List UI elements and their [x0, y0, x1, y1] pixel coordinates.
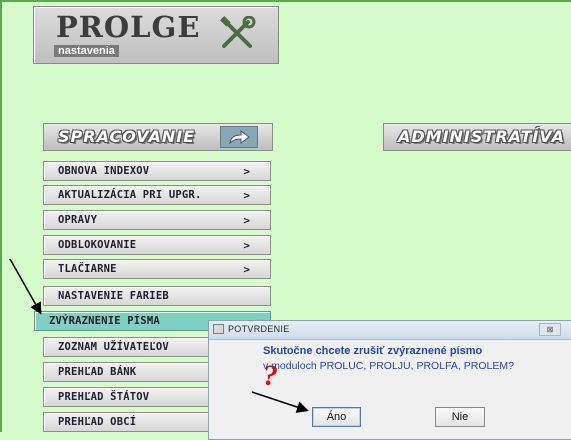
dialog-app-icon	[213, 324, 224, 334]
menu-item-label: TLAČIARNE	[58, 263, 117, 275]
dialog-message-line2: v moduloch PROLUC, PROLJU, PROLFA, PROLE…	[263, 360, 514, 372]
menu-item-label: PREHĽAD OBCÍ	[58, 416, 137, 428]
menu-item-aktualizacia[interactable]: AKTUALIZÁCIA PRI UPGR. >	[43, 185, 271, 205]
submenu-chevron-icon: >	[243, 263, 250, 276]
menu-item-tlaciarne[interactable]: TLAČIARNE >	[43, 259, 271, 279]
no-button[interactable]: Nie	[435, 407, 485, 427]
section-administrativa-label: ADMINISTRATÍVA	[398, 127, 566, 146]
menu-item-odblokovanie[interactable]: ODBLOKOVANIE >	[43, 235, 271, 255]
menu-item-label: ODBLOKOVANIE	[58, 239, 137, 251]
yes-button[interactable]: Áno	[312, 407, 361, 427]
menu-item-label: NASTAVENIE FARIEB	[58, 290, 169, 302]
submenu-chevron-icon: >	[243, 189, 250, 202]
logo-subtitle: nastavenia	[54, 45, 119, 57]
dialog-titlebar[interactable]: POTVRDENIE ⊠	[209, 321, 571, 340]
menu-item-label: ZVÝRAZNENIE PÍSMA	[49, 315, 160, 327]
confirm-dialog: POTVRDENIE ⊠ ? Skutočne chcete zrušiť zv…	[208, 320, 571, 440]
menu-item-label: PREHĽAD BÁNK	[58, 366, 137, 378]
submenu-chevron-icon: >	[243, 165, 250, 178]
logo-title: PROLGE	[56, 10, 201, 44]
menu-item-obnova-indexov[interactable]: OBNOVA INDEXOV >	[43, 161, 271, 181]
tools-icon	[220, 16, 256, 48]
app-logo: PROLGE nastavenia	[33, 6, 279, 64]
dialog-message-line1: Skutočne chcete zrušiť zvýraznené písmo	[263, 345, 483, 357]
section-spracovanie-label: SPRACOVANIE	[58, 127, 196, 146]
section-spracovanie[interactable]: SPRACOVANIE	[43, 123, 273, 151]
menu-item-label: ZOZNAM UŽÍVATEĽOV	[58, 341, 169, 353]
menu-item-nastavenie-farieb[interactable]: NASTAVENIE FARIEB	[43, 286, 271, 306]
arrow-right-icon	[220, 126, 258, 148]
section-administrativa[interactable]: ADMINISTRATÍVA	[383, 123, 571, 151]
submenu-chevron-icon: >	[243, 214, 250, 227]
dialog-title: POTVRDENIE	[228, 324, 290, 334]
menu-item-label: AKTUALIZÁCIA PRI UPGR.	[58, 189, 202, 201]
menu-item-label: OBNOVA INDEXOV	[58, 165, 150, 177]
close-icon[interactable]: ⊠	[539, 323, 561, 336]
menu-item-opravy[interactable]: OPRAVY >	[43, 210, 271, 230]
menu-item-label: PREHĽAD ŠTÁTOV	[58, 391, 150, 403]
submenu-chevron-icon: >	[243, 239, 250, 252]
menu-item-label: OPRAVY	[58, 214, 98, 226]
